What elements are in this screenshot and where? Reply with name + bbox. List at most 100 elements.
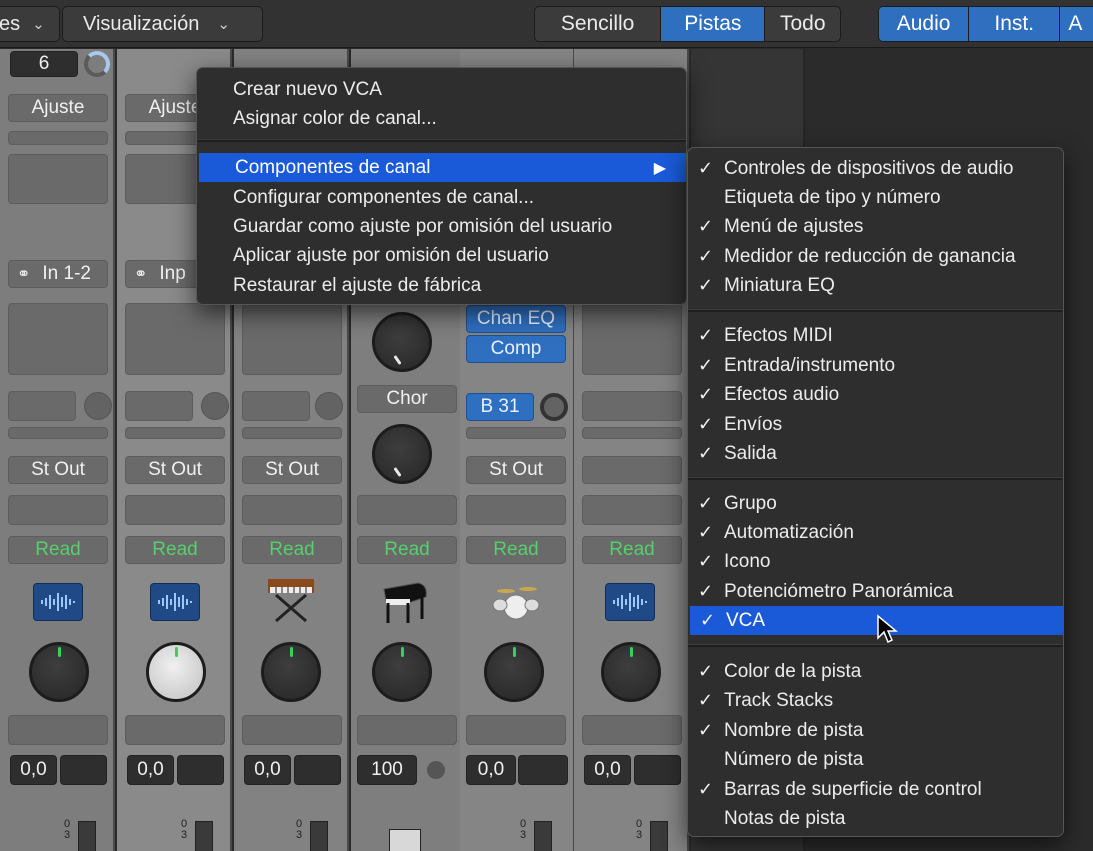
submenu-item-sends[interactable]: ✓ Envíos — [688, 410, 1063, 439]
bus-send[interactable]: B 31 — [466, 393, 534, 421]
send-slot[interactable] — [8, 391, 76, 421]
send-slot-2[interactable] — [466, 427, 566, 439]
submenu-item-automation[interactable]: ✓ Automatización — [688, 518, 1063, 547]
send-slot-2[interactable] — [582, 427, 682, 439]
group-slot[interactable] — [466, 495, 566, 525]
view-menu-button[interactable]: Visualización ⌄ — [62, 6, 263, 42]
pan-knob[interactable] — [484, 642, 544, 702]
automation-mode-button[interactable]: Read — [8, 536, 108, 564]
audio-effect-slot[interactable] — [125, 303, 225, 375]
drum-kit-icon[interactable] — [488, 581, 544, 623]
volume-fader[interactable] — [650, 821, 668, 851]
menu-item-assign-color[interactable]: Asignar color de canal... — [197, 104, 686, 133]
input-slot[interactable]: ⚭ In 1-2 — [8, 260, 108, 288]
group-slot[interactable] — [582, 495, 682, 525]
submenu-item-input-instrument[interactable]: ✓ Entrada/instrumento — [688, 351, 1063, 380]
volume-fader[interactable] — [78, 821, 96, 851]
send-level-knob[interactable] — [315, 392, 343, 420]
submenu-item-settings-menu[interactable]: ✓ Menú de ajustes — [688, 212, 1063, 241]
send-knob[interactable] — [372, 312, 432, 372]
synth-keyboard-icon[interactable] — [264, 575, 318, 625]
vca-slot[interactable] — [357, 715, 457, 745]
send-slot-2[interactable] — [8, 427, 108, 439]
submenu-item-midi-effects[interactable]: ✓ Efectos MIDI — [688, 321, 1063, 350]
grand-piano-icon[interactable] — [378, 575, 432, 629]
menu-item-restore-factory[interactable]: Restaurar el ajuste de fábrica — [197, 271, 686, 300]
vca-slot[interactable] — [242, 715, 342, 745]
tab-todo[interactable]: Todo — [765, 7, 840, 41]
tab-more[interactable]: A — [1060, 7, 1093, 41]
menu-item-save-user-default[interactable]: Guardar como ajuste por omisión del usua… — [197, 212, 686, 241]
output-button[interactable] — [582, 456, 682, 484]
send-slot[interactable] — [242, 391, 310, 421]
group-slot[interactable] — [8, 495, 108, 525]
volume-fader[interactable] — [195, 821, 213, 851]
menu-item-channel-components[interactable]: Componentes de canal ▶ — [199, 153, 686, 182]
vca-slot[interactable] — [125, 715, 225, 745]
send-level-knob[interactable] — [201, 392, 229, 420]
vca-slot[interactable] — [582, 715, 682, 745]
submenu-item-output[interactable]: ✓ Salida — [688, 439, 1063, 468]
send-level-knob[interactable] — [540, 393, 568, 421]
eq-thumbnail[interactable] — [8, 154, 108, 204]
submenu-item-track-notes[interactable]: Notas de pista — [688, 804, 1063, 833]
automation-mode-button[interactable]: Read — [125, 536, 225, 564]
submenu-item-audio-device-controls[interactable]: ✓ Controles de dispositivos de audio — [688, 154, 1063, 183]
audio-effect-slot[interactable] — [8, 303, 108, 375]
group-slot[interactable] — [357, 495, 457, 525]
output-button[interactable]: St Out — [125, 456, 225, 484]
automation-mode-button[interactable]: Read — [242, 536, 342, 564]
pan-knob[interactable] — [601, 642, 661, 702]
automation-mode-button[interactable]: Read — [582, 536, 682, 564]
plugin-comp[interactable]: Comp — [466, 335, 566, 363]
previous-menu-button[interactable]: es ⌄ — [0, 6, 60, 42]
tab-sencillo[interactable]: Sencillo — [535, 7, 662, 41]
pan-knob[interactable] — [261, 642, 321, 702]
group-slot[interactable] — [125, 495, 225, 525]
audio-effect-slot[interactable] — [242, 303, 342, 375]
submenu-item-track-stacks[interactable]: ✓ Track Stacks — [688, 686, 1063, 715]
tab-audio[interactable]: Audio — [879, 7, 970, 41]
volume-fader[interactable] — [310, 821, 328, 851]
channel-strip[interactable]: 6 Ajuste ⚭ In 1-2 St Out Read 0,0 03 — [0, 49, 115, 851]
send-slot-2[interactable] — [125, 427, 225, 439]
setting-button[interactable]: Ajuste — [8, 94, 108, 122]
submenu-item-eq-thumbnail[interactable]: ✓ Miniatura EQ — [688, 271, 1063, 300]
submenu-item-track-name[interactable]: ✓ Nombre de pista — [688, 716, 1063, 745]
send-label[interactable]: Chor — [357, 385, 457, 413]
output-button[interactable]: St Out — [8, 456, 108, 484]
audio-waveform-icon[interactable] — [150, 583, 200, 621]
submenu-item-group[interactable]: ✓ Grupo — [688, 489, 1063, 518]
tab-pistas[interactable]: Pistas — [661, 7, 766, 41]
submenu-item-audio-effects[interactable]: ✓ Efectos audio — [688, 380, 1063, 409]
send-level-knob[interactable] — [84, 392, 112, 420]
submenu-item-control-surface-bars[interactable]: ✓ Barras de superficie de control — [688, 775, 1063, 804]
submenu-item-track-number[interactable]: Número de pista — [688, 745, 1063, 774]
output-button[interactable]: St Out — [242, 456, 342, 484]
submenu-item-type-number-label[interactable]: Etiqueta de tipo y número — [688, 183, 1063, 212]
automation-mode-button[interactable]: Read — [466, 536, 566, 564]
group-slot[interactable] — [242, 495, 342, 525]
volume-fader[interactable] — [389, 829, 421, 851]
send-slot-2[interactable] — [242, 427, 342, 439]
send-slot[interactable] — [582, 391, 682, 421]
submenu-item-icon[interactable]: ✓ Icono — [688, 547, 1063, 576]
submenu-item-gain-reduction-meter[interactable]: ✓ Medidor de reducción de ganancia — [688, 242, 1063, 271]
vca-slot[interactable] — [466, 715, 566, 745]
pan-knob[interactable] — [372, 642, 432, 702]
output-button[interactable]: St Out — [466, 456, 566, 484]
menu-item-configure-components[interactable]: Configurar componentes de canal... — [197, 183, 686, 212]
volume-fader[interactable] — [534, 821, 552, 851]
tab-inst[interactable]: Inst. — [969, 7, 1061, 41]
send-knob-2[interactable] — [372, 424, 432, 484]
submenu-item-track-color[interactable]: ✓ Color de la pista — [688, 657, 1063, 686]
audio-waveform-icon[interactable] — [605, 583, 655, 621]
send-slot[interactable] — [125, 391, 193, 421]
pan-knob[interactable] — [29, 642, 89, 702]
menu-item-create-vca[interactable]: Crear nuevo VCA — [197, 75, 686, 104]
audio-waveform-icon[interactable] — [33, 583, 83, 621]
automation-mode-button[interactable]: Read — [357, 536, 457, 564]
menu-item-apply-user-default[interactable]: Aplicar ajuste por omisión del usuario — [197, 241, 686, 270]
vca-slot[interactable] — [8, 715, 108, 745]
submenu-item-pan-pot[interactable]: ✓ Potenciómetro Panorámica — [688, 577, 1063, 606]
